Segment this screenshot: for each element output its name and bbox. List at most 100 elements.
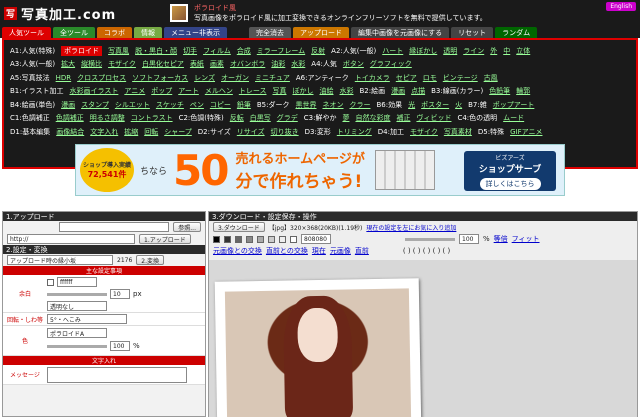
menu-tool-link[interactable]: モザイク bbox=[108, 59, 136, 69]
menu-tool-link[interactable]: ライン bbox=[463, 46, 484, 56]
menu-tool-link[interactable]: トレース bbox=[239, 86, 267, 96]
tab-all-tools[interactable]: 全ツール bbox=[53, 27, 95, 38]
menu-tool-link[interactable]: 油絵 bbox=[319, 86, 333, 96]
ad-banner[interactable]: ショップ導入実績 72,541件 ちなら 50 売れるホームページが 分で作れち… bbox=[75, 144, 565, 196]
bg-swatch[interactable] bbox=[235, 235, 242, 243]
menu-tool-link[interactable]: スタンプ bbox=[81, 100, 109, 110]
menu-tool-link[interactable]: 中 bbox=[503, 46, 510, 56]
menu-tool-link[interactable]: 色鉛筆 bbox=[489, 86, 510, 96]
edge-color-input[interactable]: ffffff bbox=[57, 277, 97, 287]
color-select[interactable]: ポラロイドA bbox=[47, 328, 107, 338]
menu-tool-link[interactable]: 色調補正 bbox=[56, 113, 84, 123]
edge-transparency-select[interactable]: 透明なし bbox=[47, 301, 107, 311]
menu-tool-link[interactable]: 透明 bbox=[443, 46, 457, 56]
menu-tool-link[interactable]: ビンテージ bbox=[443, 73, 478, 83]
menu-tool-link[interactable]: ミラーフレーム bbox=[257, 46, 305, 56]
menu-tool-link[interactable]: 拡大 bbox=[61, 59, 75, 69]
tab-upload[interactable]: アップロード bbox=[293, 27, 349, 38]
tab-reset[interactable]: リセット bbox=[451, 27, 494, 38]
zoom-fit-link[interactable]: フィット bbox=[512, 234, 540, 244]
menu-tool-link[interactable]: アニメ bbox=[124, 86, 145, 96]
site-logo[interactable]: 写 写真加工.com bbox=[0, 4, 170, 23]
compare-previous-link[interactable]: 直前との交換 bbox=[266, 246, 308, 256]
menu-tool-link[interactable]: クラー bbox=[350, 100, 371, 110]
menu-tool-link[interactable]: GIFアニメ bbox=[510, 127, 542, 137]
preset-select[interactable]: アップロード時の縁小坂 bbox=[7, 255, 113, 265]
menu-tool-link[interactable]: 切り抜き bbox=[271, 127, 299, 137]
menu-tool-link[interactable]: トリミング bbox=[337, 127, 372, 137]
menu-tool-link[interactable]: ムード bbox=[503, 113, 524, 123]
menu-tool-link[interactable]: セピア bbox=[396, 73, 417, 83]
menu-tool-link[interactable]: ソフトフォーカス bbox=[132, 73, 188, 83]
view-original-link[interactable]: 元画像 bbox=[330, 246, 351, 256]
menu-tool-link[interactable]: コピー bbox=[210, 100, 231, 110]
menu-tool-link[interactable]: ボタン bbox=[343, 59, 364, 69]
tab-clear[interactable]: 完全消去 bbox=[249, 27, 291, 38]
tab-popular[interactable]: 人気ツール bbox=[2, 27, 51, 38]
menu-tool-link[interactable]: 縁ぼかし bbox=[409, 46, 437, 56]
menu-tool-link[interactable]: 水彩 bbox=[339, 86, 353, 96]
menu-tool-link[interactable]: 点描 bbox=[411, 86, 425, 96]
bg-swatch[interactable] bbox=[290, 235, 297, 243]
bg-swatch[interactable] bbox=[268, 235, 275, 243]
tab-collab[interactable]: コラボ bbox=[97, 27, 132, 38]
view-previous-link[interactable]: 直前 bbox=[355, 246, 369, 256]
menu-tool-link[interactable]: スケッチ bbox=[156, 100, 184, 110]
edge-width-slider[interactable] bbox=[47, 292, 107, 296]
menu-tool-link[interactable]: クロスプロセス bbox=[77, 73, 126, 83]
tab-revert-original[interactable]: 編集中画像を元画像にする bbox=[351, 27, 450, 38]
menu-tool-link[interactable]: 輪郭 bbox=[516, 86, 530, 96]
menu-tool-link[interactable]: 写真風 bbox=[108, 46, 129, 56]
menu-tool-link[interactable]: 合成 bbox=[237, 46, 251, 56]
menu-tool-link[interactable]: 白黒写 bbox=[250, 113, 271, 123]
menu-tool-link[interactable]: グラフィック bbox=[370, 59, 412, 69]
menu-tool-link[interactable]: ペン bbox=[190, 100, 204, 110]
menu-tool-link[interactable]: 黒世界 bbox=[296, 100, 317, 110]
file-input[interactable] bbox=[59, 222, 170, 232]
menu-tool-link[interactable]: 写真 bbox=[272, 86, 286, 96]
menu-tool-link[interactable]: 火 bbox=[455, 100, 462, 110]
bg-swatch[interactable] bbox=[257, 235, 264, 243]
menu-tool-link[interactable]: オーガン bbox=[221, 73, 249, 83]
save-favorite-link[interactable]: 現在の設定を左にお気に入り追加 bbox=[366, 223, 456, 232]
menu-tool-link[interactable]: 切手 bbox=[183, 46, 197, 56]
menu-tool-link[interactable]: 水彩画イラスト bbox=[69, 86, 118, 96]
zoom-equal-link[interactable]: 等倍 bbox=[494, 234, 508, 244]
menu-tool-link[interactable]: オバンボラ bbox=[230, 59, 265, 69]
menu-tool-link[interactable]: 補正 bbox=[396, 113, 410, 123]
bg-swatch[interactable] bbox=[279, 235, 286, 243]
menu-tool-link[interactable]: ミニチュア bbox=[255, 73, 290, 83]
tab-info[interactable]: 情報 bbox=[134, 27, 162, 38]
edge-color-swatch[interactable] bbox=[47, 278, 54, 286]
menu-tool-link[interactable]: シルエット bbox=[115, 100, 150, 110]
tab-random[interactable]: ランダム bbox=[495, 27, 538, 38]
zoom-input[interactable]: 100 bbox=[459, 234, 479, 244]
view-current-link[interactable]: 現在 bbox=[312, 246, 326, 256]
opacity-input[interactable]: 100 bbox=[110, 341, 130, 351]
menu-tool-link[interactable]: 明るさ調整 bbox=[90, 113, 125, 123]
bg-swatch[interactable] bbox=[246, 235, 253, 243]
bg-swatch[interactable] bbox=[224, 235, 231, 243]
convert-button[interactable]: 2.変換 bbox=[136, 255, 165, 265]
bg-swatch[interactable] bbox=[213, 235, 220, 243]
menu-tool-link[interactable]: ハート bbox=[382, 46, 403, 56]
menu-tool-link[interactable]: モザイク bbox=[410, 127, 438, 137]
menu-tool-link[interactable]: アート bbox=[178, 86, 199, 96]
menu-tool-link[interactable]: ポップ bbox=[151, 86, 172, 96]
menu-tool-link[interactable]: ぼかし bbox=[292, 86, 313, 96]
menu-tool-link[interactable]: ポスター bbox=[421, 100, 449, 110]
menu-tool-link[interactable]: 反射 bbox=[311, 46, 325, 56]
menu-tool-link[interactable]: 写真素材 bbox=[444, 127, 472, 137]
menu-tool-link[interactable]: ヴィビッド bbox=[416, 113, 451, 123]
menu-tool-link[interactable]: トイカメラ bbox=[355, 73, 390, 83]
banner-cta[interactable]: ビズアーズ ショップサーブ 詳しくはこちら bbox=[464, 151, 556, 191]
menu-tool-link[interactable]: メルヘン bbox=[205, 86, 233, 96]
menu-tool-link[interactable]: ネオン bbox=[323, 100, 344, 110]
menu-tool-link[interactable]: 脱・黒白・顔 bbox=[135, 46, 177, 56]
menu-tool-link[interactable]: シャープ bbox=[164, 127, 192, 137]
menu-tool-link[interactable]: 漫画 bbox=[61, 100, 75, 110]
message-textarea[interactable] bbox=[47, 366, 187, 383]
tab-hide-menu[interactable]: メニュー非表示 bbox=[164, 27, 227, 38]
english-link[interactable]: English bbox=[606, 2, 636, 11]
menu-tool-link[interactable]: 画像結合 bbox=[56, 127, 84, 137]
